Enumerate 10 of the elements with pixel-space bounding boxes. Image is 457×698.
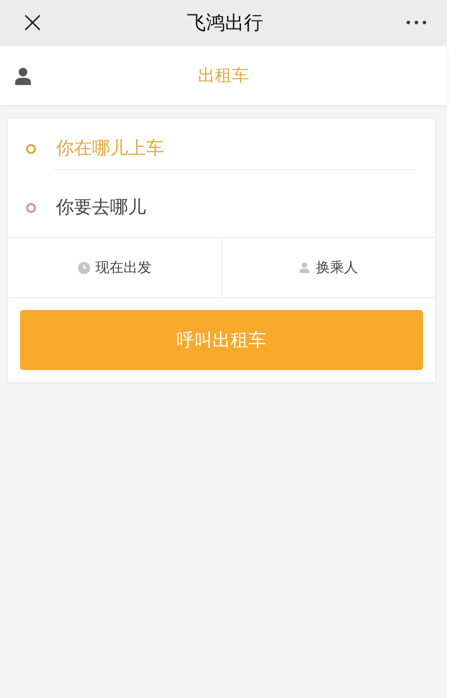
- more-button[interactable]: •••: [404, 16, 429, 30]
- option-button[interactable]: 换乘人: [221, 238, 435, 297]
- location-field[interactable]: 你要去哪儿: [54, 186, 415, 228]
- service-title: 出租车: [197, 65, 250, 87]
- user-icon[interactable]: [14, 66, 32, 84]
- close-button[interactable]: ×: [20, 8, 46, 38]
- location-field[interactable]: 你在哪儿上车: [54, 127, 415, 170]
- person-icon: [299, 262, 310, 273]
- window-title: 飞鸿出行: [186, 11, 263, 36]
- clock-icon: [78, 262, 90, 274]
